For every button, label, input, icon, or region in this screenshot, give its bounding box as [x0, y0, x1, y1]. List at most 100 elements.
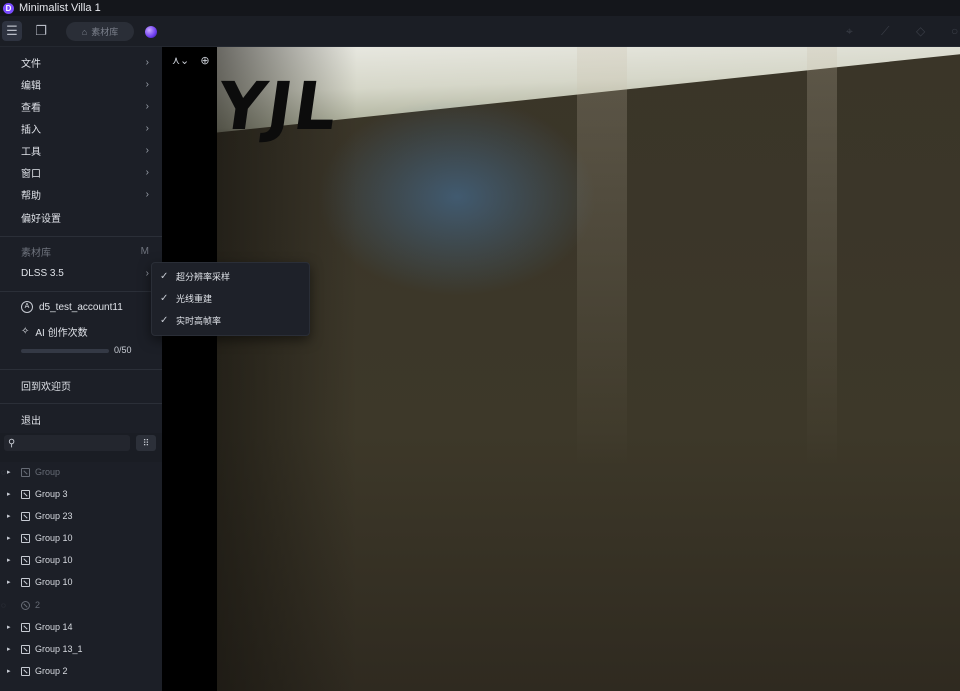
menu-item-edit[interactable]: 编辑 › [21, 74, 149, 94]
menu-item-label: 回到欢迎页 [21, 381, 71, 393]
menu-item-label: 编辑 [21, 80, 41, 92]
tree-row-label: 2 [35, 600, 41, 610]
menu-item-account[interactable]: A d5_test_account11 [21, 297, 149, 317]
menu-item-view[interactable]: 查看 › [21, 96, 149, 116]
menu-item-help[interactable]: 帮助 › [21, 184, 149, 204]
ai-orb-icon[interactable] [145, 26, 157, 38]
app-logo-icon: D [3, 2, 14, 14]
menu-item-label: 帮助 [21, 190, 41, 202]
menu-divider [0, 369, 162, 370]
tree-row-label: Group 10 [35, 555, 73, 565]
chevron-right-icon: › [145, 78, 149, 90]
menu-item-dlss[interactable]: DLSS 3.5 › [21, 263, 149, 283]
group-icon [21, 555, 30, 565]
caret-right-icon[interactable]: ▸ [7, 667, 15, 675]
submenu-item-super-resolution[interactable]: ✓ 超分辨率采样 [160, 266, 300, 286]
group-icon [21, 577, 30, 587]
tree-row[interactable]: ▸ Group 13_1 [0, 639, 162, 659]
menu-item-window[interactable]: 窗口 › [21, 162, 149, 182]
tree-row-label: Group 13_1 [35, 644, 83, 654]
tree-row[interactable]: ▸ Group 10 [0, 550, 162, 570]
submenu-item-label: 超分辨率采样 [176, 271, 231, 282]
hamburger-icon: ☰ [6, 23, 18, 38]
scene-search-input[interactable]: ⚲ [4, 435, 130, 451]
scene-3d-text-model: YJL [212, 68, 344, 145]
group-icon [21, 644, 30, 654]
caret-right-icon[interactable]: ▸ [7, 512, 15, 520]
menu-item-label: 素材库 [21, 247, 51, 259]
ai-credits-progress [21, 349, 109, 353]
caret-right-icon[interactable]: ▸ [7, 578, 15, 586]
axis-gizmo-icon[interactable]: ⋏⌄ [172, 55, 189, 67]
menu-item-tools[interactable]: 工具 › [21, 140, 149, 160]
account-name: d5_test_account11 [39, 301, 123, 313]
caret-right-icon[interactable]: ▸ [7, 623, 15, 631]
tree-row[interactable]: ▸ Group 14 [0, 617, 162, 637]
dlss-submenu: ✓ 超分辨率采样 ✓ 光线重建 ✓ 实时高帧率 [151, 262, 310, 336]
viewport-light-beam [577, 47, 627, 467]
menu-item-exit[interactable]: 退出 [21, 409, 149, 429]
hidden-eye-icon[interactable]: ◌ [1, 601, 6, 610]
menu-item-label: 工具 [21, 146, 41, 158]
main-menu-button[interactable]: ☰ [2, 21, 22, 41]
viewport-blue-glow [317, 97, 597, 297]
caret-right-icon[interactable]: ▸ [7, 534, 15, 542]
menu-item-file[interactable]: 文件 › [21, 52, 149, 72]
menu-item-label: 退出 [21, 415, 41, 427]
menu-divider [0, 403, 162, 404]
file-icon: ❐ [35, 23, 47, 38]
grid-icon: ⠿ [142, 437, 150, 448]
library-button-label: 素材库 [91, 27, 119, 37]
tree-row[interactable]: ◌ ▸ Group [0, 462, 162, 482]
scene-search-bar: ⚲ ⠿ [0, 433, 162, 453]
menu-item-label: 插入 [21, 124, 41, 136]
new-file-button[interactable]: ❐ [31, 21, 51, 41]
comment-icon[interactable]: ◇ [916, 24, 925, 38]
globe-icon[interactable]: ⊕ [200, 55, 209, 67]
chevron-right-icon: › [145, 144, 149, 156]
library-button[interactable]: ⌂ 素材库 [66, 22, 134, 41]
grid-view-button[interactable]: ⠿ [136, 435, 156, 451]
top-toolbar: ☰ ❐ ⌂ 素材库 ⌖ ⟋ ◇ ○ [0, 16, 960, 47]
overflow-icon[interactable]: ○ [951, 24, 958, 38]
chevron-right-icon: › [145, 122, 149, 134]
library-icon: ⌂ [81, 26, 88, 37]
menu-divider [0, 236, 162, 237]
menu-item-library[interactable]: 素材库 M [21, 241, 149, 261]
group-icon [21, 489, 30, 499]
group-icon [21, 666, 30, 676]
menu-item-preferences[interactable]: 偏好设置 [21, 207, 149, 227]
tree-row[interactable]: ▸ Group 10 [0, 572, 162, 592]
hidden-eye-icon[interactable]: ◌ [1, 468, 6, 477]
menu-item-welcome[interactable]: 回到欢迎页 [21, 375, 149, 395]
group-icon [21, 533, 30, 543]
tree-row[interactable]: ▸ Group 23 [0, 506, 162, 526]
menu-item-insert[interactable]: 插入 › [21, 118, 149, 138]
tree-row[interactable]: ▸ Group 2 [0, 661, 162, 681]
viewport-tools: ⋏⌄ ⊕ [172, 54, 218, 67]
chevron-right-icon: › [145, 188, 149, 200]
caret-right-icon[interactable]: ▸ [7, 556, 15, 564]
tree-row[interactable]: ▸ Group 3 [0, 484, 162, 504]
tree-row[interactable]: ◌ 2 [0, 595, 162, 615]
menu-item-label: DLSS 3.5 [21, 267, 64, 279]
chevron-right-icon: › [145, 100, 149, 112]
menu-divider [0, 291, 162, 292]
submenu-item-frame-generation[interactable]: ✓ 实时高帧率 [160, 310, 300, 330]
submenu-item-ray-reconstruction[interactable]: ✓ 光线重建 [160, 288, 300, 308]
caret-right-icon[interactable]: ▸ [7, 490, 15, 498]
ai-credits-label: AI 创作次数 [35, 327, 88, 339]
tree-row-label: Group 14 [35, 622, 73, 632]
measure-icon[interactable]: ⟋ [881, 24, 889, 39]
chevron-right-icon: › [145, 56, 149, 68]
title-bar: D Minimalist Villa 1 [0, 0, 960, 16]
caret-right-icon[interactable]: ▸ [7, 468, 15, 476]
submenu-item-label: 光线重建 [176, 293, 213, 304]
location-pin-icon[interactable]: ⌖ [846, 24, 853, 39]
menu-item-label: 偏好设置 [21, 213, 61, 225]
chevron-right-icon: › [145, 267, 149, 279]
check-icon: ✓ [160, 292, 169, 304]
tree-row[interactable]: ▸ Group 10 [0, 528, 162, 548]
tree-row-label: Group 23 [35, 511, 73, 521]
caret-right-icon[interactable]: ▸ [7, 645, 15, 653]
